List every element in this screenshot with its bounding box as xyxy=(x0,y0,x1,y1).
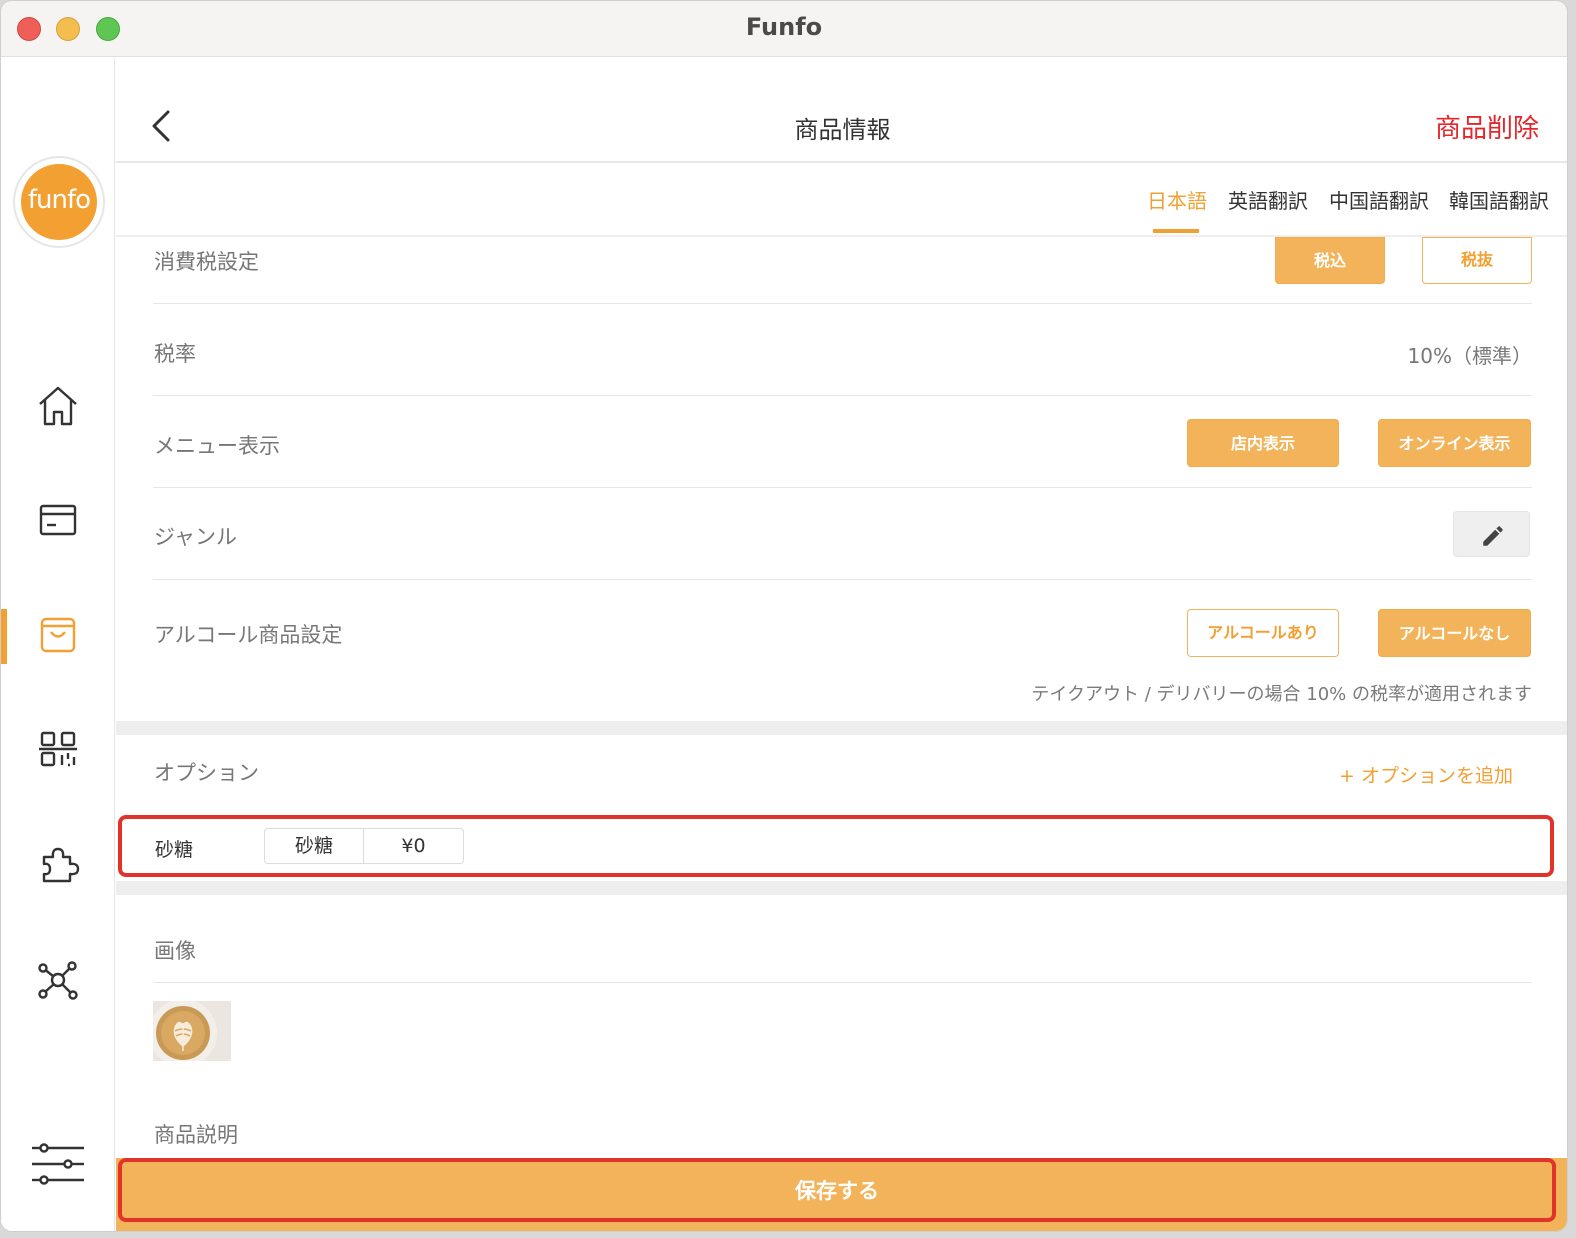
tax-rate-value[interactable]: 10%（標準） xyxy=(1408,340,1532,369)
options-label: オプション xyxy=(154,761,259,785)
tax-note: テイクアウト / デリバリーの場合 10% の税率が適用されます xyxy=(1031,684,1532,705)
section-gap xyxy=(116,721,1567,735)
save-bar: 保存する xyxy=(116,1158,1567,1231)
language-tabs: 日本語 英語翻訳 中国語翻訳 韓国語翻訳 xyxy=(116,165,1567,237)
product-image[interactable] xyxy=(153,1001,231,1061)
tab-chinese[interactable]: 中国語翻訳 xyxy=(1329,185,1429,214)
tax-excluded-button[interactable]: 税抜 xyxy=(1422,237,1532,284)
image-label: 画像 xyxy=(154,939,196,963)
tax-rate-label: 税率 xyxy=(154,342,196,366)
tab-japanese[interactable]: 日本語 xyxy=(1147,185,1207,214)
active-indicator xyxy=(1,609,7,664)
logo[interactable]: funfo xyxy=(13,156,105,248)
qr-code-icon[interactable] xyxy=(34,725,82,773)
tax-setting-label: 消費税設定 xyxy=(154,250,259,274)
in-store-display-button[interactable]: 店内表示 xyxy=(1187,419,1339,467)
tax-included-button[interactable]: 税込 xyxy=(1275,237,1385,284)
active-tab-underline xyxy=(1153,229,1199,233)
option-choice[interactable]: 砂糖 xyxy=(264,828,364,864)
logo-text: funfo xyxy=(21,164,97,240)
alcohol-no-button[interactable]: アルコールなし xyxy=(1378,609,1531,657)
description-label: 商品説明 xyxy=(154,1123,238,1147)
menu-display-label: メニュー表示 xyxy=(154,434,280,458)
network-icon[interactable] xyxy=(34,956,82,1004)
latte-art-picture xyxy=(153,1001,231,1061)
window-title: Funfo xyxy=(745,13,823,41)
alcohol-setting-label: アルコール商品設定 xyxy=(154,623,343,647)
add-option-button[interactable]: + オプションを追加 xyxy=(1339,761,1513,788)
page-title: 商品情報 xyxy=(794,116,891,144)
main-content: 商品情報 商品削除 日本語 英語翻訳 中国語翻訳 韓国語翻訳 消費税設定 税込 … xyxy=(116,58,1567,1231)
card-icon[interactable] xyxy=(34,496,82,544)
puzzle-icon[interactable] xyxy=(34,841,82,889)
delete-product-button[interactable]: 商品削除 xyxy=(1435,108,1539,145)
online-display-button[interactable]: オンライン表示 xyxy=(1378,419,1531,467)
title-bar: Funfo xyxy=(1,1,1567,57)
save-button[interactable]: 保存する xyxy=(118,1158,1556,1222)
divider xyxy=(153,982,1532,983)
page-header: 商品情報 商品削除 xyxy=(116,58,1567,163)
tab-korean[interactable]: 韓国語翻訳 xyxy=(1449,185,1549,214)
divider xyxy=(153,579,1532,580)
divider xyxy=(153,487,1532,488)
edit-genre-button[interactable] xyxy=(1453,511,1530,557)
tab-english[interactable]: 英語翻訳 xyxy=(1228,185,1308,214)
divider xyxy=(153,395,1532,396)
alcohol-yes-button[interactable]: アルコールあり xyxy=(1187,609,1339,657)
section-gap xyxy=(116,881,1567,895)
app-window: Funfo funfo 商品情報 商品削除 日本語 英語翻訳 中国語翻訳 韓国語… xyxy=(0,0,1568,1232)
option-row: 砂糖 砂糖 ¥0 xyxy=(118,815,1554,877)
pencil-icon xyxy=(1483,526,1503,546)
option-price[interactable]: ¥0 xyxy=(363,828,464,864)
genre-label: ジャンル xyxy=(154,525,237,549)
option-name: 砂糖 xyxy=(155,839,194,861)
home-icon[interactable] xyxy=(34,382,82,430)
sidebar: funfo xyxy=(1,58,115,1231)
shopping-bag-icon[interactable] xyxy=(34,611,82,659)
sliders-icon[interactable] xyxy=(30,1140,86,1188)
divider xyxy=(153,303,1532,304)
